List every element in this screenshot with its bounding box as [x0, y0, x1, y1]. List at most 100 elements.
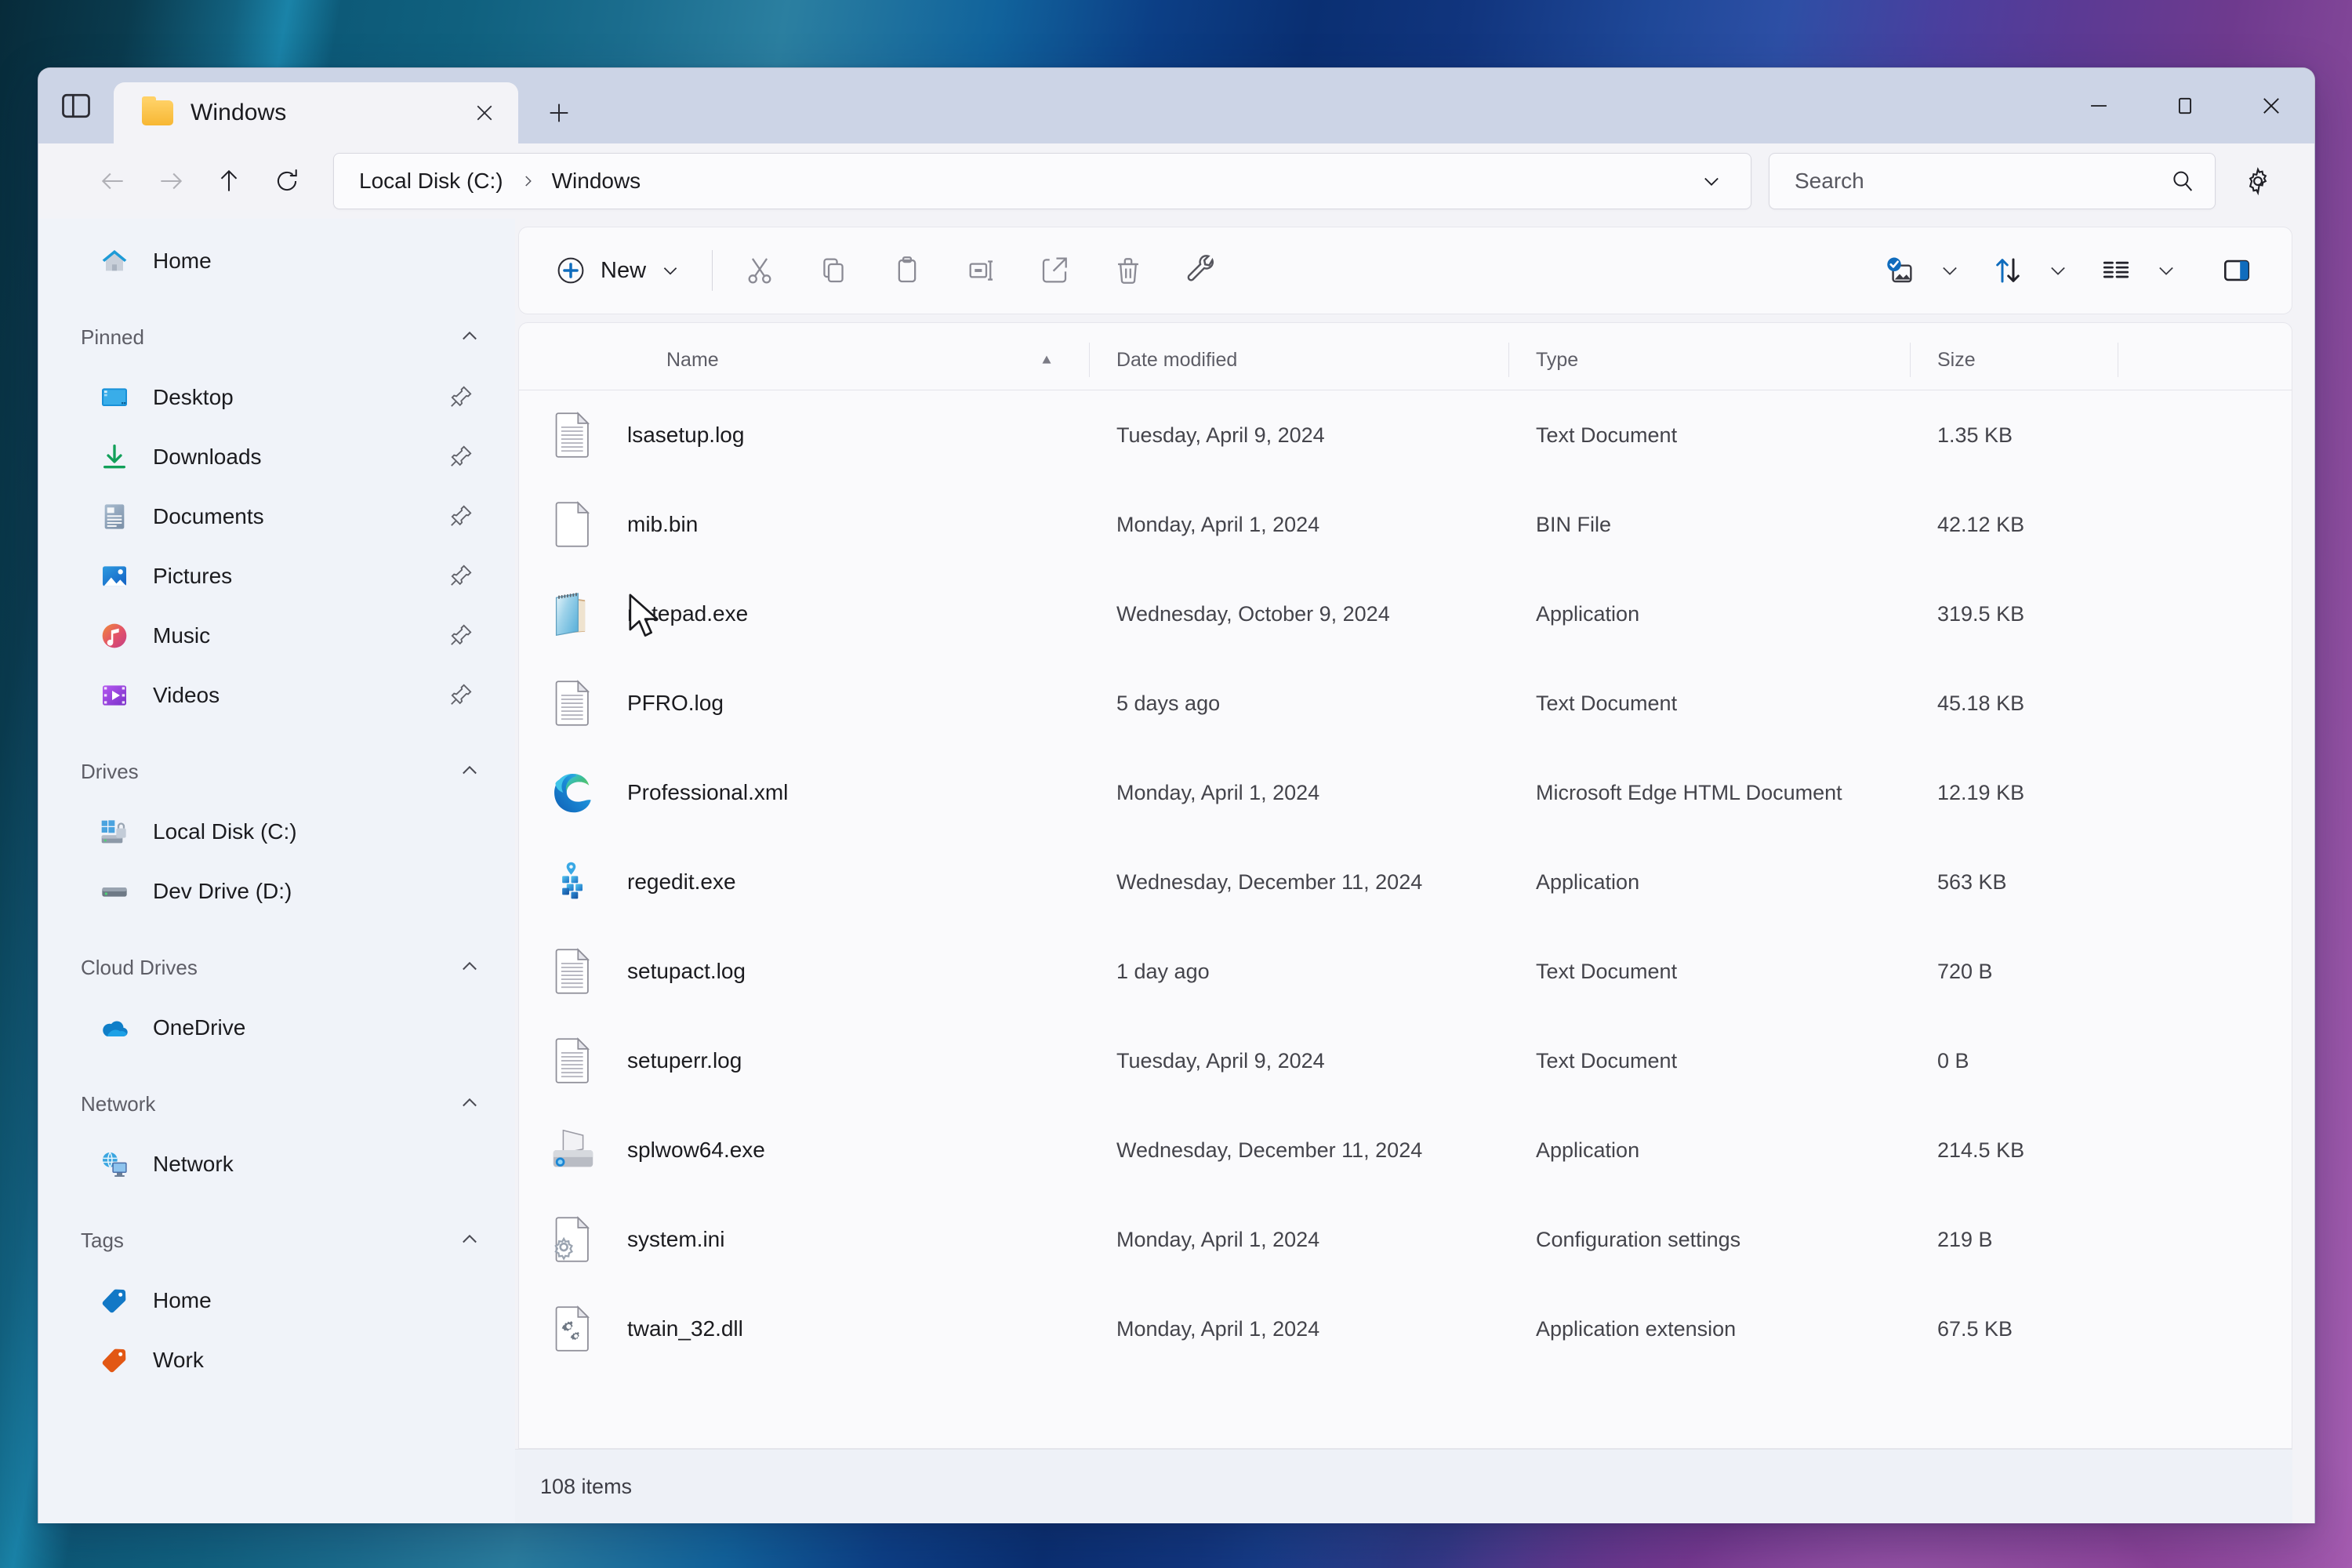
file-name-cell[interactable]: splwow64.exe: [519, 1126, 1090, 1174]
table-row[interactable]: Professional.xml Monday, April 1, 2024 Mic…: [519, 748, 2292, 837]
sidebar-item-dev-drive-d[interactable]: Dev Drive (D:): [54, 862, 499, 921]
table-row[interactable]: notepad.exe Wednesday, October 9, 2024 App…: [519, 569, 2292, 659]
address-bar[interactable]: Local Disk (C:) Windows: [333, 153, 1751, 209]
file-name-cell[interactable]: system.ini: [519, 1215, 1090, 1264]
close-tab-icon[interactable]: [459, 87, 510, 139]
pin-icon[interactable]: [448, 443, 476, 471]
sidebar-item-work[interactable]: Work: [54, 1330, 499, 1390]
search-box[interactable]: [1769, 153, 2216, 209]
tab-actions-icon[interactable]: [38, 68, 114, 143]
pin-icon[interactable]: [448, 681, 476, 710]
sidebar-item-videos[interactable]: Videos: [54, 666, 499, 725]
forward-icon[interactable]: [142, 152, 200, 210]
rename-icon[interactable]: [949, 243, 1012, 298]
chevron-up-icon[interactable]: [459, 1229, 482, 1252]
table-row[interactable]: mib.bin Monday, April 1, 2024 BIN File 42.1…: [519, 480, 2292, 569]
table-row[interactable]: system.ini Monday, April 1, 2024 Configura…: [519, 1195, 2292, 1284]
close-button[interactable]: [2228, 68, 2314, 143]
file-name-cell[interactable]: lsasetup.log: [519, 411, 1090, 459]
sidebar-item-local-disk-c[interactable]: Local Disk (C:): [54, 802, 499, 862]
sidebar-item-documents[interactable]: Documents: [54, 487, 499, 546]
sidebar-item-network[interactable]: Network: [54, 1134, 499, 1194]
column-header-type[interactable]: Type: [1509, 341, 1911, 379]
table-row[interactable]: setuperr.log Tuesday, April 9, 2024 Text D…: [519, 1016, 2292, 1105]
sidebar-group-drives[interactable]: Drives: [38, 742, 515, 800]
sidebar-group-label: Pinned: [81, 325, 144, 349]
chevron-up-icon[interactable]: [459, 760, 482, 783]
new-button[interactable]: New: [541, 245, 695, 296]
search-icon[interactable]: [2169, 168, 2196, 194]
back-icon[interactable]: [84, 152, 142, 210]
sidebar-item-desktop[interactable]: Desktop: [54, 368, 499, 427]
chevron-up-icon[interactable]: [459, 956, 482, 979]
table-row[interactable]: PFRO.log 5 days ago Text Document 45.18 KB: [519, 659, 2292, 748]
new-tab-icon[interactable]: [529, 82, 589, 143]
sidebar-item-pictures[interactable]: Pictures: [54, 546, 499, 606]
browser-tab[interactable]: Windows: [114, 82, 518, 143]
pin-icon[interactable]: [448, 622, 476, 650]
file-name-cell[interactable]: setupact.log: [519, 947, 1090, 996]
breadcrumb-1[interactable]: Windows: [552, 169, 641, 194]
sidebar-item-downloads[interactable]: Downloads: [54, 427, 499, 487]
refresh-icon[interactable]: [258, 152, 316, 210]
paste-icon[interactable]: [876, 243, 938, 298]
sidebar-item-home[interactable]: Home: [54, 1271, 499, 1330]
table-row[interactable]: setupact.log 1 day ago Text Document 720 B: [519, 927, 2292, 1016]
file-name-cell[interactable]: Professional.xml: [519, 768, 1090, 817]
sidebar-group-cloud-drives[interactable]: Cloud Drives: [38, 938, 515, 996]
sidebar-group-label: Tags: [81, 1228, 124, 1252]
gear-icon[interactable]: [2230, 153, 2286, 209]
sidebar-group-tags[interactable]: Tags: [38, 1211, 515, 1269]
sidebar-item-label: Network: [153, 1152, 234, 1176]
sidebar-group-pinned[interactable]: Pinned: [38, 308, 515, 366]
tools-wrench-icon[interactable]: [1171, 243, 1233, 298]
file-size-cell: 42.12 KB: [1937, 512, 2025, 536]
column-header-name[interactable]: Name: [519, 341, 1090, 379]
sidebar-item-onedrive[interactable]: OneDrive: [54, 998, 499, 1058]
share-icon[interactable]: [1023, 243, 1086, 298]
sort-group: [1976, 243, 2077, 298]
sidebar-item-label: Downloads: [153, 445, 262, 469]
sidebar-item-music[interactable]: Music: [54, 606, 499, 666]
file-name-cell[interactable]: setuperr.log: [519, 1036, 1090, 1085]
sort-icon[interactable]: [1976, 243, 2039, 298]
column-header-date-modified[interactable]: Date modified: [1090, 341, 1509, 379]
cut-icon[interactable]: [728, 243, 791, 298]
chevron-up-icon[interactable]: [459, 325, 482, 349]
file-name-cell[interactable]: notepad.exe: [519, 590, 1090, 638]
table-row[interactable]: lsasetup.log Tuesday, April 9, 2024 Text D…: [519, 390, 2292, 480]
maximize-button[interactable]: [2142, 68, 2228, 143]
notepad-icon: [550, 590, 596, 638]
chevron-up-icon[interactable]: [459, 1092, 482, 1116]
chevron-down-icon[interactable]: [1691, 161, 1732, 201]
minimize-button[interactable]: [2056, 68, 2142, 143]
network-icon: [96, 1146, 132, 1182]
column-header-size[interactable]: Size: [1911, 341, 2118, 379]
image-preview-icon[interactable]: [1868, 243, 1931, 298]
chevron-down-icon[interactable]: [2147, 243, 2185, 298]
copy-icon[interactable]: [802, 243, 865, 298]
file-name-cell[interactable]: regedit.exe: [519, 858, 1090, 906]
sidebar-group-network[interactable]: Network: [38, 1075, 515, 1133]
delete-icon[interactable]: [1097, 243, 1160, 298]
pin-icon[interactable]: [448, 503, 476, 531]
pin-icon[interactable]: [448, 562, 476, 590]
up-icon[interactable]: [200, 152, 258, 210]
search-input[interactable]: [1795, 169, 2169, 194]
sidebar-item-home[interactable]: Home: [54, 231, 499, 291]
table-row[interactable]: splwow64.exe Wednesday, December 11, 2024…: [519, 1105, 2292, 1195]
breadcrumb-0[interactable]: Local Disk (C:): [359, 169, 503, 194]
details-view-icon[interactable]: [2085, 243, 2147, 298]
table-row[interactable]: twain_32.dll Monday, April 1, 2024 Applica…: [519, 1284, 2292, 1374]
file-name-cell[interactable]: PFRO.log: [519, 679, 1090, 728]
file-name-cell[interactable]: twain_32.dll: [519, 1305, 1090, 1353]
chevron-down-icon[interactable]: [660, 260, 681, 281]
chevron-down-icon[interactable]: [2039, 243, 2077, 298]
file-name-cell[interactable]: mib.bin: [519, 500, 1090, 549]
details-pane-icon[interactable]: [2205, 243, 2268, 298]
file-type-cell: Text Document: [1536, 1048, 1678, 1073]
file-rows: lsasetup.log Tuesday, April 9, 2024 Text D…: [519, 390, 2292, 1448]
chevron-down-icon[interactable]: [1931, 243, 1969, 298]
table-row[interactable]: regedit.exe Wednesday, December 11, 2024 A…: [519, 837, 2292, 927]
pin-icon[interactable]: [448, 383, 476, 412]
